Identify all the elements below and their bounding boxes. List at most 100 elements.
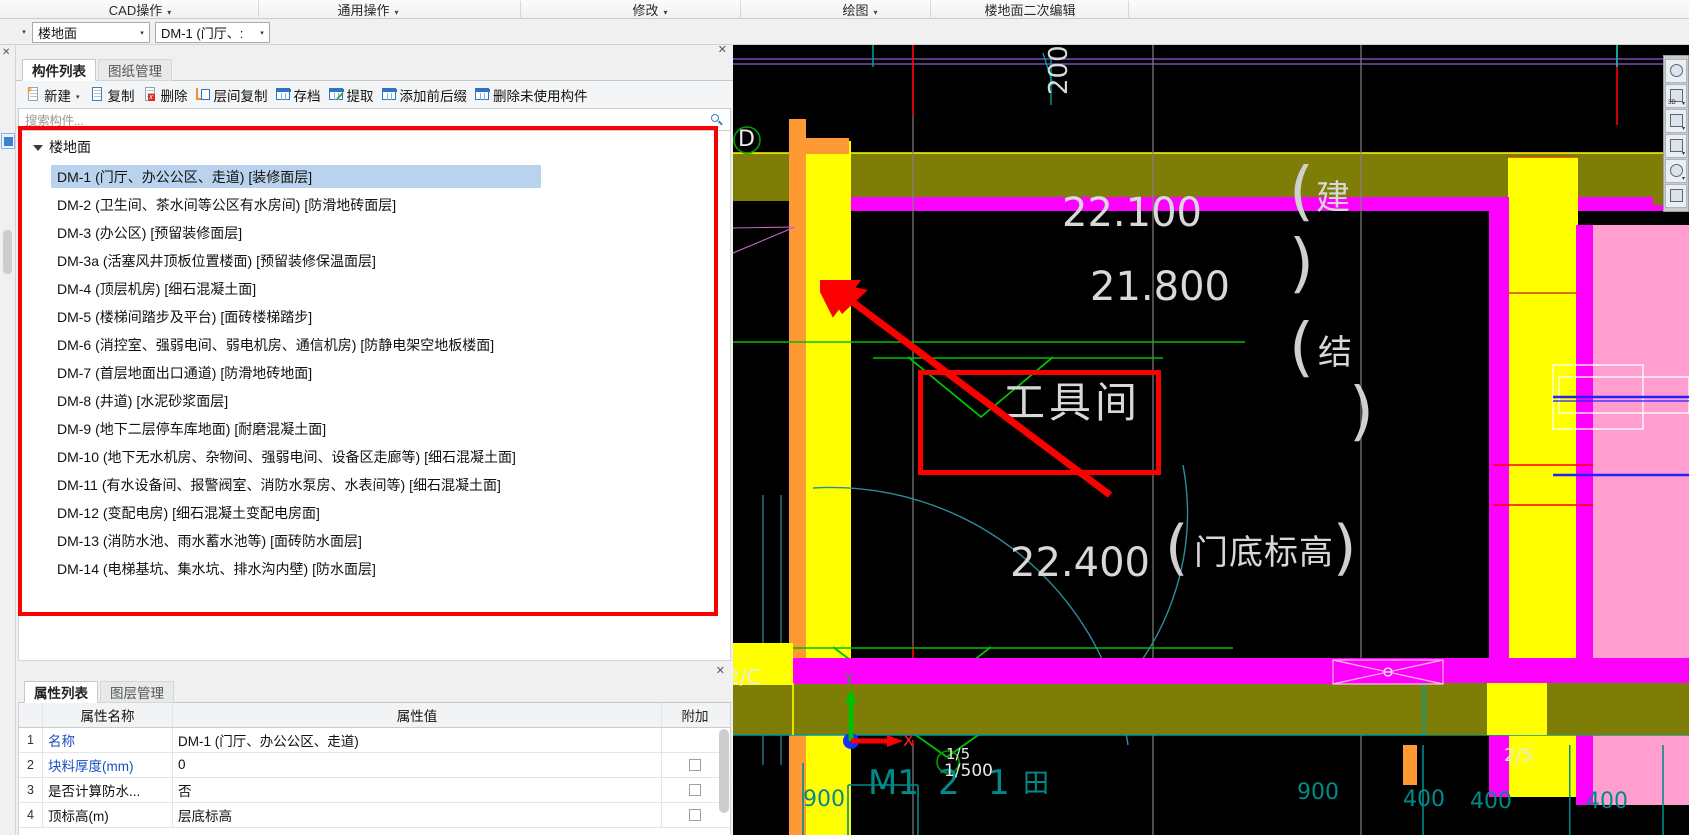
chevron-down-icon: ▾: [140, 29, 144, 37]
delete-icon: x: [143, 87, 158, 102]
tree-item-dm-8[interactable]: DM-8 (井道) [水泥砂浆面层]: [51, 389, 234, 412]
ribbon-group-draw[interactable]: 绘图 ▾: [790, 0, 930, 19]
new-button[interactable]: ✶ 新建 ▾: [22, 83, 86, 107]
triangle-down-icon[interactable]: [33, 145, 43, 151]
copy-button-label: 复制: [107, 88, 135, 104]
search-placeholder: 搜索构件...: [25, 114, 84, 128]
ribbon-separator: [258, 1, 259, 19]
row-property-value[interactable]: 否: [173, 778, 662, 802]
cad-dimension-400-b: 400: [1470, 789, 1512, 814]
ribbon-group-general[interactable]: 通用操作 ▾: [268, 0, 468, 19]
attach-checkbox[interactable]: [689, 758, 701, 771]
row-index: 3: [19, 778, 43, 802]
category-combobox[interactable]: 楼地面 ▾: [32, 22, 150, 43]
chevron-down-icon[interactable]: ▾: [18, 28, 30, 36]
table-row[interactable]: 3 是否计算防水... 否: [19, 778, 730, 803]
ribbon-separator: [740, 1, 741, 19]
tree-item-label: DM-12 (变配电房) [细石混凝土变配电房面]: [57, 504, 320, 521]
attach-checkbox[interactable]: [689, 783, 701, 796]
tree-item-label: DM-9 (地下二层停车库地面) [耐磨混凝土面]: [57, 420, 327, 437]
tree-item-dm-3a[interactable]: DM-3a (活塞风井顶板位置楼面) [预留装修保温面层]: [51, 249, 382, 272]
tree-item-dm-10[interactable]: DM-10 (地下无水机房、杂物间、强弱电间、设备区走廊等) [细石混凝土面]: [51, 445, 522, 468]
tree-item-dm-7[interactable]: DM-7 (首层地面出口通道) [防滑地砖地面]: [51, 361, 318, 384]
left-rail-scrollbar[interactable]: [3, 230, 12, 274]
tree-item-dm-9[interactable]: DM-9 (地下二层停车库地面) [耐磨混凝土面]: [51, 417, 332, 440]
tree-item-dm-5[interactable]: DM-5 (楼梯间踏步及平台) [面砖楼梯踏步]: [51, 305, 318, 328]
cad-scale-label: 1/500: [944, 761, 993, 781]
new-button-label: 新建: [44, 88, 71, 104]
table-row[interactable]: 4 顶标高(m) 层底标高: [19, 803, 730, 828]
archive-icon: [275, 87, 291, 102]
tree-item-label: DM-3 (办公区) [预留装修面层]: [57, 224, 243, 241]
row-property-value[interactable]: 层底标高: [173, 803, 662, 827]
tree-item-label: DM-1 (门厅、办公公区、走道) [装修面层]: [57, 168, 313, 185]
tree-item-dm-2[interactable]: DM-2 (卫生间、茶水间等公区有水房间) [防滑地砖面层]: [51, 193, 402, 216]
extract-icon: [328, 87, 344, 102]
cad-door-tag-m1: M1: [868, 763, 919, 803]
properties-table[interactable]: 属性名称 属性值 附加 1 名称 DM-1 (门厅、办公公区、走道) 2 块料厚…: [18, 703, 731, 835]
tree-root-node[interactable]: 楼地面: [33, 137, 91, 157]
ribbon-group-cad[interactable]: CAD操作 ▾: [40, 0, 240, 19]
pan-tool-icon[interactable]: [1665, 59, 1687, 83]
cad-dimension-400-c: 400: [1586, 789, 1628, 814]
row-property-value[interactable]: 0: [173, 753, 662, 777]
box-view-tool-icon[interactable]: ▾: [1665, 109, 1687, 133]
ribbon-bar: CAD操作 ▾ 通用操作 ▾ 修改 ▾ 绘图 ▾ 楼地面二次编辑: [0, 0, 1689, 19]
chevron-down-icon[interactable]: ▾: [76, 93, 80, 101]
component-tree[interactable]: 楼地面 DM-1 (门厅、办公公区、走道) [装修面层] DM-2 (卫生间、茶…: [18, 131, 731, 661]
add-affix-button[interactable]: 添加前后缀: [378, 83, 472, 107]
table-header-row: 属性名称 属性值 附加: [19, 703, 730, 728]
navigator-icon[interactable]: [1, 133, 15, 149]
tree-item-dm-13[interactable]: DM-13 (消防水池、雨水蓄水池等) [面砖防水面层]: [51, 529, 368, 552]
tab-property-list[interactable]: 属性列表: [24, 681, 98, 703]
table-row[interactable]: 2 块料厚度(mm) 0: [19, 753, 730, 778]
tab-label: 图层管理: [110, 686, 164, 701]
search-icon[interactable]: [710, 113, 724, 127]
ribbon-group-label: 通用操作: [337, 3, 390, 18]
ribbon-group-modify[interactable]: 修改 ▾: [560, 0, 740, 19]
cad-label-jie: 结: [1318, 333, 1352, 373]
layout-tool-icon[interactable]: ▾: [1665, 134, 1687, 158]
header-index: [19, 703, 43, 727]
tree-item-dm-12[interactable]: DM-12 (变配电房) [细石混凝土变配电房面]: [51, 501, 326, 524]
close-icon[interactable]: ✕: [2, 47, 10, 58]
cad-elevation-22100: 22.100: [1062, 190, 1202, 236]
header-property-value: 属性值: [173, 703, 662, 727]
circle-tool-icon[interactable]: ▾: [1665, 159, 1687, 183]
tree-item-dm-3[interactable]: DM-3 (办公区) [预留装修面层]: [51, 221, 248, 244]
tree-item-dm-14[interactable]: DM-14 (电梯基坑、集水坑、排水沟内壁) [防水面层]: [51, 557, 382, 580]
cad-paren-close-1: ): [1289, 227, 1314, 301]
attach-checkbox[interactable]: [689, 808, 701, 821]
tab-component-list[interactable]: 构件列表: [22, 59, 96, 81]
view-3d-tool-icon[interactable]: 3D ▾: [1665, 84, 1687, 108]
copy-between-floors-label: 层间复制: [213, 88, 268, 104]
row-property-value[interactable]: DM-1 (门厅、办公公区、走道): [173, 728, 662, 752]
tree-item-dm-6[interactable]: DM-6 (消控室、强弱电间、弱电机房、通信机房) [防静电架空地板楼面]: [51, 333, 500, 356]
tree-item-dm-4[interactable]: DM-4 (顶层机房) [细石混凝土面]: [51, 277, 262, 300]
cad-paren-open-1: (: [1289, 155, 1314, 229]
search-input[interactable]: 搜索构件...: [18, 108, 731, 131]
close-icon[interactable]: ✕: [718, 44, 727, 56]
delete-unused-button[interactable]: 删除未使用构件: [471, 83, 592, 107]
list-tool-icon[interactable]: [1665, 184, 1687, 208]
ribbon-group-floor-secondary-edit[interactable]: 楼地面二次编辑: [935, 0, 1125, 19]
cad-label-door-bottom-elevation: 门底标高: [1194, 533, 1334, 573]
table-row[interactable]: 1 名称 DM-1 (门厅、办公公区、走道): [19, 728, 730, 753]
tree-item-dm-1[interactable]: DM-1 (门厅、办公公区、走道) [装修面层]: [51, 165, 541, 188]
row-property-name: 是否计算防水...: [43, 778, 173, 802]
copy-between-floors-button[interactable]: 层间复制: [192, 83, 272, 107]
new-document-icon: ✶: [26, 86, 41, 102]
properties-scrollbar[interactable]: [719, 729, 729, 813]
delete-button[interactable]: x 删除: [139, 83, 192, 107]
copy-button[interactable]: 复制: [86, 83, 139, 107]
properties-tabs: 属性列表 图层管理: [18, 679, 731, 703]
tab-drawing-management[interactable]: 图纸管理: [98, 59, 172, 81]
close-icon[interactable]: ✕: [716, 665, 725, 677]
tree-item-dm-11[interactable]: DM-11 (有水设备间、报警阀室、消防水泵房、水表间等) [细石混凝土面]: [51, 473, 507, 496]
extract-button[interactable]: 提取: [325, 83, 378, 107]
tab-layer-management[interactable]: 图层管理: [100, 681, 174, 703]
archive-button[interactable]: 存档: [272, 83, 325, 107]
component-combobox[interactable]: DM-1 (门厅、: ▾: [155, 22, 270, 43]
cad-dimension-900-left: 900: [803, 787, 845, 812]
row-index: 4: [19, 803, 43, 827]
